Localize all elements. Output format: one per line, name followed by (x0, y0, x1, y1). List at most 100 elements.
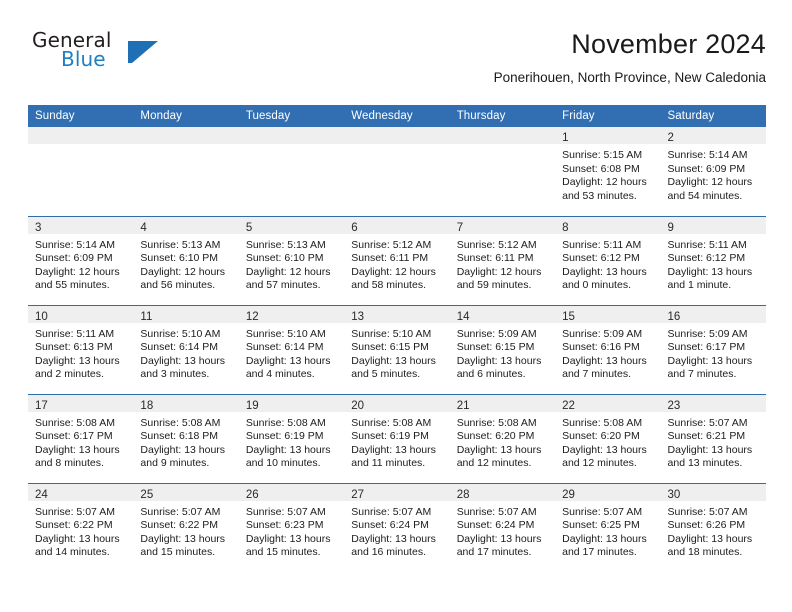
day-number-strip (449, 127, 556, 144)
day-cell-body: Sunrise: 5:09 AM Sunset: 6:17 PM Daylight:… (661, 323, 766, 382)
sunrise-text: Sunrise: 5:07 AM (245, 505, 326, 518)
day-number: 8 (562, 221, 569, 234)
sunset-text: Sunset: 6:11 PM (351, 252, 429, 265)
calendar-day-cell[interactable]: 12 Sunrise: 5:10 AM Sunset: 6:14 PM Dayligh… (238, 304, 345, 394)
day-number: 17 (35, 399, 48, 412)
day-cell-body: Sunrise: 5:12 AM Sunset: 6:11 PM Daylight:… (450, 234, 555, 293)
calendar-day-cell[interactable]: 21 Sunrise: 5:08 AM Sunset: 6:20 PM Dayligh… (449, 393, 556, 483)
sunrise-text: Sunrise: 5:07 AM (35, 505, 115, 518)
day-cell-body: Sunrise: 5:11 AM Sunset: 6:13 PM Daylight:… (28, 323, 133, 382)
day-number-strip: 6 (344, 216, 450, 234)
brand-logo[interactable]: General Blue (28, 28, 278, 90)
calendar-day-cell[interactable]: 19 Sunrise: 5:08 AM Sunset: 6:19 PM Dayligh… (238, 393, 345, 483)
calendar-day-cell-empty (28, 127, 134, 216)
day-number: 22 (562, 399, 575, 412)
day-cell-body: Sunrise: 5:07 AM Sunset: 6:22 PM Daylight:… (28, 501, 133, 560)
calendar-day-cell[interactable]: 23 Sunrise: 5:07 AM Sunset: 6:21 PM Dayligh… (660, 393, 766, 483)
calendar-day-cell[interactable]: 6 Sunrise: 5:12 AM Sunset: 6:11 PM Daylight… (344, 215, 450, 305)
sunrise-text: Sunrise: 5:14 AM (667, 149, 748, 161)
calendar-day-cell[interactable]: 4 Sunrise: 5:13 AM Sunset: 6:10 PM Daylight… (133, 215, 239, 305)
day-number-strip: 24 (28, 483, 134, 501)
calendar-day-cell[interactable]: 22 Sunrise: 5:08 AM Sunset: 6:20 PM Dayligh… (555, 393, 661, 483)
daylight-text: Daylight: 13 hours and 15 minutes. (245, 532, 331, 559)
calendar-day-cell[interactable]: 1 Sunrise: 5:15 AM Sunset: 6:08 PM Daylight… (555, 127, 661, 216)
day-number: 26 (245, 488, 259, 501)
calendar-day-cell[interactable]: 26 Sunrise: 5:07 AM Sunset: 6:23 PM Dayligh… (238, 482, 345, 572)
calendar-day-cell[interactable]: 16 Sunrise: 5:09 AM Sunset: 6:17 PM Dayligh… (660, 304, 766, 394)
daylight-text: Daylight: 13 hours and 11 minutes. (351, 443, 436, 470)
calendar-day-cell[interactable]: 27 Sunrise: 5:07 AM Sunset: 6:24 PM Dayligh… (344, 482, 450, 572)
day-cell-body: Sunrise: 5:07 AM Sunset: 6:26 PM Daylight:… (661, 501, 766, 560)
sunset-text: Sunset: 6:15 PM (351, 341, 429, 354)
daylight-text: Daylight: 13 hours and 16 minutes. (351, 532, 436, 559)
daylight-text: Daylight: 13 hours and 17 minutes. (562, 532, 647, 559)
calendar-week-row: 17 Sunrise: 5:08 AM Sunset: 6:17 PM Dayligh… (28, 393, 766, 483)
calendar-day-cell[interactable]: 24 Sunrise: 5:07 AM Sunset: 6:22 PM Dayligh… (28, 482, 134, 572)
sunset-text: Sunset: 6:25 PM (562, 519, 640, 532)
day-number: 7 (456, 221, 464, 234)
day-number-strip (28, 127, 134, 144)
calendar-day-cell[interactable]: 25 Sunrise: 5:07 AM Sunset: 6:22 PM Dayligh… (133, 482, 239, 572)
day-number: 12 (245, 310, 259, 323)
calendar-day-cell[interactable]: 5 Sunrise: 5:13 AM Sunset: 6:10 PM Daylight… (238, 215, 345, 305)
sunset-text: Sunset: 6:22 PM (140, 519, 219, 532)
daylight-text: Daylight: 13 hours and 4 minutes. (245, 354, 331, 381)
calendar-day-cell[interactable]: 11 Sunrise: 5:10 AM Sunset: 6:14 PM Dayligh… (133, 304, 239, 394)
daylight-text: Daylight: 13 hours and 12 minutes. (562, 443, 647, 470)
calendar-week-row: 24 Sunrise: 5:07 AM Sunset: 6:22 PM Dayligh… (28, 482, 766, 572)
sunrise-text: Sunrise: 5:08 AM (562, 416, 643, 429)
daylight-text: Daylight: 13 hours and 13 minutes. (667, 443, 753, 470)
calendar-day-cell-empty (238, 127, 345, 216)
sunrise-text: Sunrise: 5:08 AM (456, 416, 537, 429)
sunset-text: Sunset: 6:08 PM (562, 162, 640, 175)
day-cell-body: Sunrise: 5:08 AM Sunset: 6:20 PM Daylight:… (555, 412, 660, 471)
calendar-day-cell[interactable]: 13 Sunrise: 5:10 AM Sunset: 6:15 PM Dayligh… (344, 304, 450, 394)
calendar-day-cell[interactable]: 14 Sunrise: 5:09 AM Sunset: 6:15 PM Dayligh… (449, 304, 556, 394)
daylight-text: Daylight: 13 hours and 15 minutes. (140, 532, 226, 559)
sunrise-text: Sunrise: 5:08 AM (35, 416, 115, 429)
sunset-text: Sunset: 6:15 PM (456, 341, 535, 354)
day-number: 29 (562, 488, 575, 501)
day-number-strip: 29 (555, 483, 661, 501)
calendar-day-cell[interactable]: 2 Sunrise: 5:14 AM Sunset: 6:09 PM Daylight… (660, 127, 766, 216)
day-cell-body: Sunrise: 5:14 AM Sunset: 6:09 PM Daylight:… (28, 234, 133, 293)
sunrise-text: Sunrise: 5:15 AM (562, 149, 643, 161)
daylight-text: Daylight: 12 hours and 56 minutes. (140, 265, 226, 292)
day-number: 5 (245, 221, 253, 234)
triangle-logo-icon (128, 41, 158, 63)
calendar-week-row: 3 Sunrise: 5:14 AM Sunset: 6:09 PM Daylight… (28, 215, 766, 305)
calendar-day-cell[interactable]: 15 Sunrise: 5:09 AM Sunset: 6:16 PM Dayligh… (555, 304, 661, 394)
day-number-strip: 17 (28, 394, 134, 412)
day-number: 13 (351, 310, 365, 323)
day-number-strip: 28 (449, 483, 556, 501)
calendar-day-cell[interactable]: 18 Sunrise: 5:08 AM Sunset: 6:18 PM Dayligh… (133, 393, 239, 483)
sunrise-text: Sunrise: 5:13 AM (140, 238, 221, 251)
calendar-day-cell[interactable]: 28 Sunrise: 5:07 AM Sunset: 6:24 PM Dayligh… (449, 482, 556, 572)
calendar-day-cell-empty (133, 127, 239, 216)
daylight-text: Daylight: 12 hours and 55 minutes. (35, 265, 120, 292)
day-number-strip: 18 (133, 394, 239, 412)
calendar-day-cell[interactable]: 10 Sunrise: 5:11 AM Sunset: 6:13 PM Dayligh… (28, 304, 134, 394)
day-number: 18 (140, 399, 154, 412)
calendar-day-cell[interactable]: 30 Sunrise: 5:07 AM Sunset: 6:26 PM Dayligh… (660, 482, 766, 572)
sunset-text: Sunset: 6:23 PM (245, 519, 324, 532)
day-number-strip: 4 (133, 216, 239, 234)
calendar-day-cell[interactable]: 29 Sunrise: 5:07 AM Sunset: 6:25 PM Dayligh… (555, 482, 661, 572)
calendar-day-cell[interactable]: 17 Sunrise: 5:08 AM Sunset: 6:17 PM Dayligh… (28, 393, 134, 483)
calendar-day-cell[interactable]: 3 Sunrise: 5:14 AM Sunset: 6:09 PM Daylight… (28, 215, 134, 305)
calendar-day-cell[interactable]: 9 Sunrise: 5:11 AM Sunset: 6:12 PM Daylight… (660, 215, 766, 305)
sunrise-text: Sunrise: 5:11 AM (667, 238, 747, 251)
calendar-day-cell[interactable]: 8 Sunrise: 5:11 AM Sunset: 6:12 PM Daylight… (555, 215, 661, 305)
calendar-day-cell[interactable]: 20 Sunrise: 5:08 AM Sunset: 6:19 PM Dayligh… (344, 393, 450, 483)
day-cell-body: Sunrise: 5:07 AM Sunset: 6:21 PM Daylight:… (661, 412, 766, 471)
daylight-text: Daylight: 13 hours and 0 minutes. (562, 265, 647, 292)
day-number-strip: 26 (238, 483, 345, 501)
sunrise-text: Sunrise: 5:08 AM (245, 416, 326, 429)
sunset-text: Sunset: 6:21 PM (667, 430, 746, 443)
sunset-text: Sunset: 6:19 PM (351, 430, 429, 443)
day-number-strip: 22 (555, 394, 661, 412)
location-subtitle: Ponerihouen, North Province, New Caledon… (493, 70, 766, 85)
day-cell-body: Sunrise: 5:07 AM Sunset: 6:24 PM Daylight:… (344, 501, 449, 560)
day-number-strip: 19 (238, 394, 345, 412)
calendar-day-cell[interactable]: 7 Sunrise: 5:12 AM Sunset: 6:11 PM Daylight… (449, 215, 556, 305)
